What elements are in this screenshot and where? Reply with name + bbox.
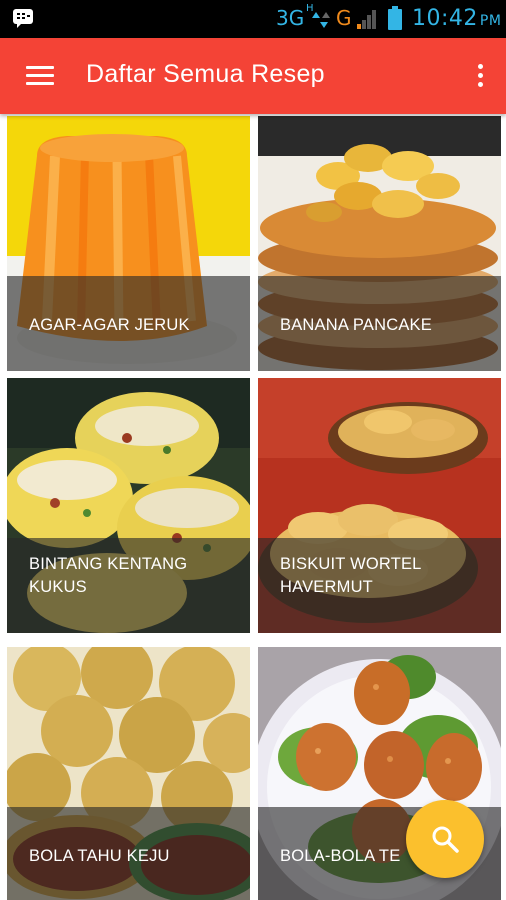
search-icon xyxy=(432,826,459,853)
recipe-caption: BISKUIT WORTEL HAVERMUT xyxy=(258,538,501,633)
status-clock: 10:42 PM xyxy=(412,6,501,31)
recipe-caption: AGAR-AGAR JERUK xyxy=(7,276,250,371)
recipe-title: AGAR-AGAR JERUK xyxy=(29,316,190,334)
network-3g-label: 3G xyxy=(276,6,305,30)
recipe-title: BISKUIT WORTEL HAVERMUT xyxy=(280,555,421,596)
recipe-card[interactable]: AGAR-AGAR JERUK xyxy=(7,116,250,371)
clock-ampm: PM xyxy=(479,13,502,29)
battery-icon xyxy=(388,6,402,30)
network-g-label: G xyxy=(336,6,352,30)
recipe-caption: BINTANG KENTANG KUKUS xyxy=(7,538,250,633)
more-vert-icon[interactable] xyxy=(466,56,496,96)
page-title: Daftar Semua Resep xyxy=(86,60,325,88)
recipe-grid: AGAR-AGAR JERUK BANANA PANCAKE BINTANG K… xyxy=(0,114,506,900)
clock-time: 10:42 xyxy=(412,6,478,31)
recipe-card[interactable]: BINTANG KENTANG KUKUS xyxy=(7,378,250,633)
signal-strength-icon xyxy=(357,10,376,29)
recipe-card[interactable]: BISKUIT WORTEL HAVERMUT xyxy=(258,378,501,633)
recipe-title: BANANA PANCAKE xyxy=(280,316,432,334)
data-arrows-icon xyxy=(312,12,330,28)
recipe-caption: BOLA TAHU KEJU xyxy=(7,807,250,900)
recipe-caption: BANANA PANCAKE xyxy=(258,276,501,371)
recipe-title: BOLA TAHU KEJU xyxy=(29,847,170,865)
recipe-title: BINTANG KENTANG KUKUS xyxy=(29,555,188,596)
search-fab-button[interactable] xyxy=(406,800,484,878)
status-bar: 3G H G 10:42 PM xyxy=(0,0,506,38)
bbm-notification-icon xyxy=(13,9,33,28)
hamburger-menu-icon[interactable] xyxy=(14,50,66,102)
recipe-card[interactable]: BOLA TAHU KEJU xyxy=(7,647,250,900)
app-bar: Daftar Semua Resep xyxy=(0,38,506,114)
recipe-card[interactable]: BANANA PANCAKE xyxy=(258,116,501,371)
